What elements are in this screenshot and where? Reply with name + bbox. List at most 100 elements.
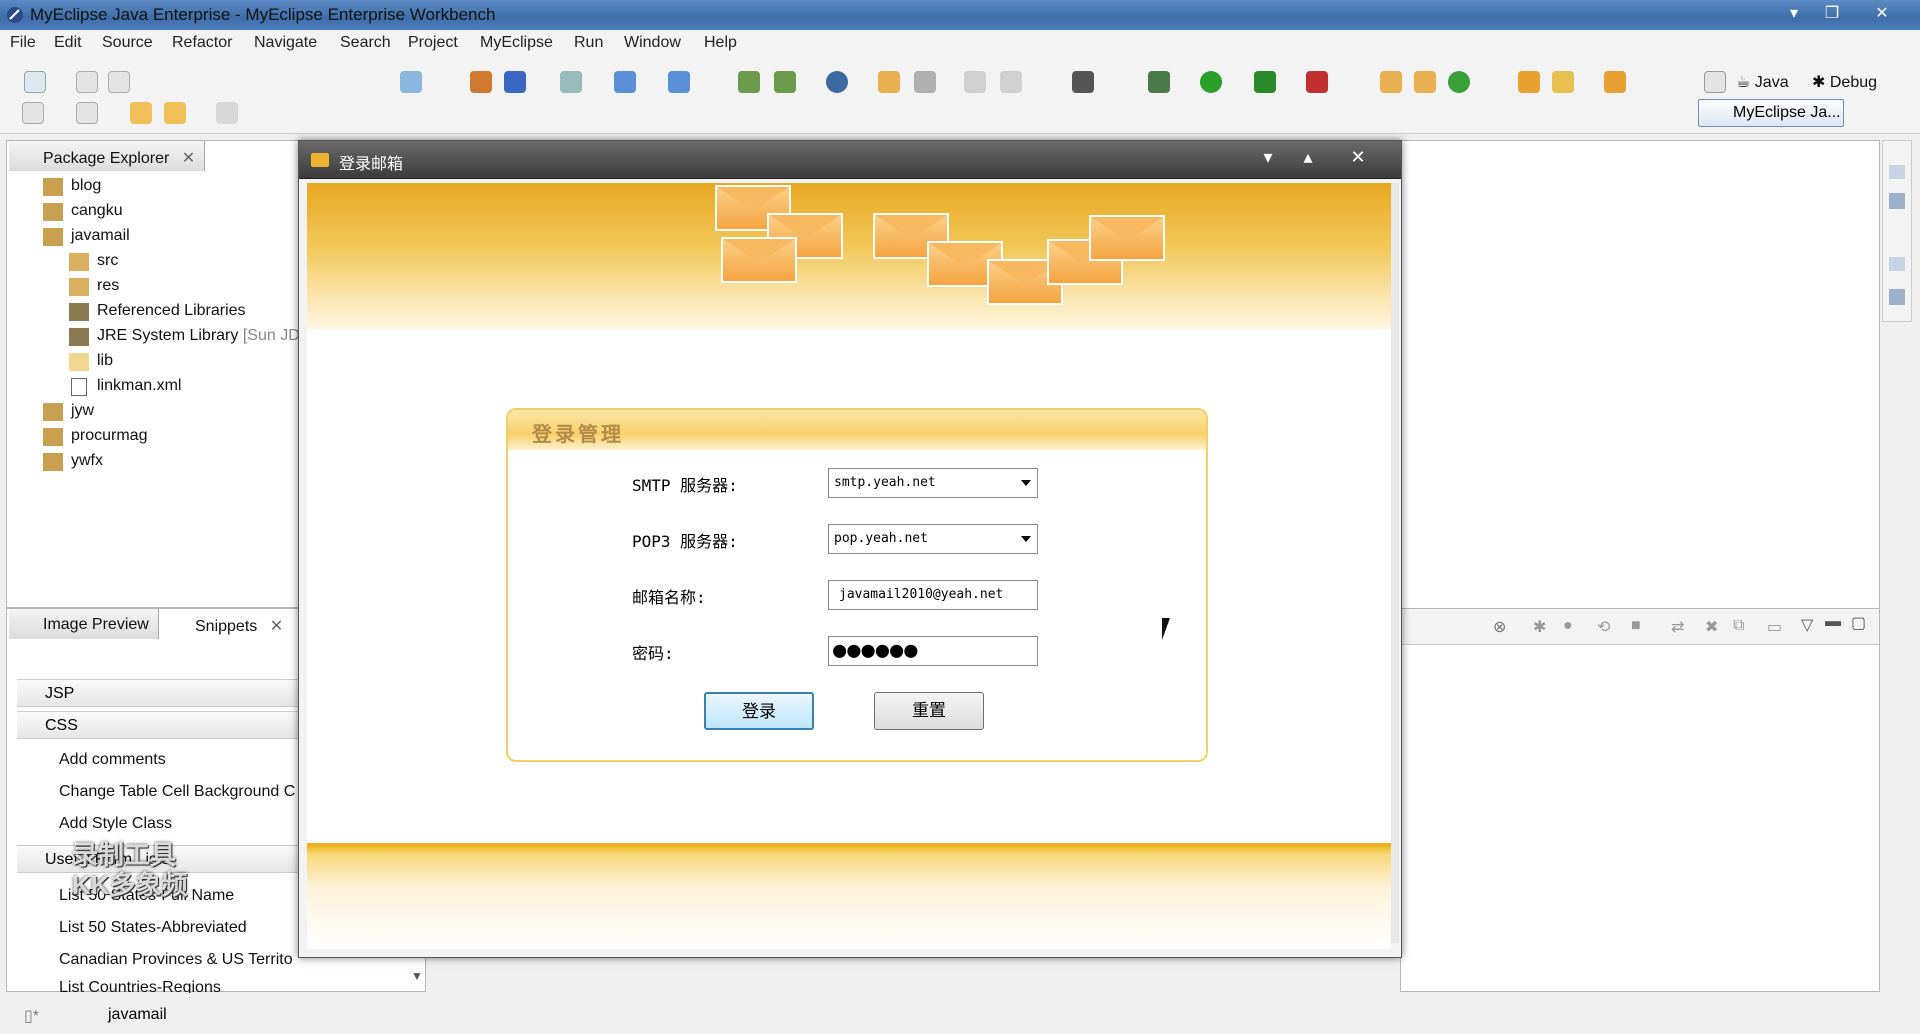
relaunch-icon[interactable]: ⟲ [1597, 617, 1610, 637]
wizard-icon[interactable] [614, 71, 636, 93]
previous-edit-icon[interactable] [164, 102, 186, 124]
close-window-button[interactable]: ✕ [1862, 2, 1902, 26]
save-icon[interactable] [76, 71, 98, 93]
run-config-icon[interactable] [1254, 71, 1276, 93]
snippet-category-jsp[interactable]: JSP [17, 679, 307, 707]
smtp-server-select[interactable]: smtp.yeah.net [828, 468, 1038, 498]
close-icon[interactable]: ✕ [270, 618, 283, 635]
project-jyw[interactable]: jyw [71, 402, 94, 420]
pop3-server-select[interactable]: pop.yeah.net [828, 524, 1038, 554]
open-folder-icon[interactable] [878, 71, 900, 93]
menu-source[interactable]: Source [102, 34, 153, 52]
report-icon[interactable] [668, 71, 690, 93]
tab-image-preview[interactable]: Image Preview [9, 609, 159, 639]
web-service-icon[interactable] [560, 71, 582, 93]
perspective-debug[interactable]: ✱ Debug [1812, 72, 1877, 92]
dialog-close-button[interactable]: ✕ [1345, 147, 1371, 168]
close-icon[interactable]: ✕ [182, 150, 195, 167]
perspective-myeclipse[interactable]: MyEclipse Ja... [1698, 99, 1844, 127]
back-arrow-icon[interactable] [130, 102, 152, 124]
debug-icon[interactable]: ✱ [1533, 617, 1546, 637]
project-blog[interactable]: blog [71, 177, 101, 195]
reset-button[interactable]: 重置 [874, 692, 984, 730]
snippet-canadian-provinces[interactable]: Canadian Provinces & US Territo [59, 951, 293, 969]
menu-search[interactable]: Search [340, 34, 391, 52]
stop-icon[interactable]: ■ [1631, 617, 1641, 635]
open-type-icon[interactable] [470, 71, 492, 93]
perspective-java[interactable]: ☕ Java [1736, 72, 1789, 92]
menu-navigate[interactable]: Navigate [254, 34, 317, 52]
print-icon[interactable] [108, 71, 130, 93]
deploy-icon[interactable] [400, 71, 422, 93]
folder-res[interactable]: res [97, 277, 119, 295]
screenshot-icon[interactable] [1072, 71, 1094, 93]
debug-icon[interactable] [1148, 71, 1170, 93]
dialog-scrollbar[interactable] [1391, 183, 1399, 943]
dialog-minimize-button[interactable]: ▾ [1255, 147, 1281, 168]
open-folder-icon[interactable]: ▭ [1767, 617, 1782, 637]
properties-icon[interactable] [964, 71, 986, 93]
external-tools-icon[interactable] [1306, 71, 1328, 93]
table-icon[interactable] [774, 71, 796, 93]
remove-icon[interactable]: ✖ [1705, 617, 1718, 637]
menu-refactor[interactable]: Refactor [172, 34, 232, 52]
annotation-icon[interactable] [76, 102, 98, 124]
menu-window[interactable]: Window [624, 34, 681, 52]
email-name-field[interactable]: javamail2010@yeah.net [828, 580, 1038, 610]
new-interface-icon[interactable] [1448, 71, 1470, 93]
browser-icon[interactable] [1000, 71, 1022, 93]
referenced-libraries[interactable]: Referenced Libraries [97, 302, 246, 320]
maximize-icon[interactable]: ▢ [1851, 613, 1866, 633]
pen-icon[interactable] [1552, 71, 1574, 93]
dialog-maximize-button[interactable]: ▴ [1295, 147, 1321, 168]
server-icon[interactable] [504, 71, 526, 93]
new-item-icon[interactable]: ▯* [24, 1006, 39, 1026]
jre-system-library[interactable]: JRE System Library [Sun JD [97, 327, 300, 345]
new-package-icon[interactable] [1380, 71, 1402, 93]
resume-icon[interactable]: ● [1563, 617, 1573, 635]
search-folder-icon[interactable] [1604, 71, 1626, 93]
forward-arrow-icon[interactable] [216, 102, 238, 124]
database-icon[interactable] [738, 71, 760, 93]
refresh-icon[interactable] [914, 71, 936, 93]
folder-lib[interactable]: lib [97, 352, 113, 370]
project-ywfx[interactable]: ywfx [71, 452, 103, 470]
disconnect-icon[interactable]: ⇄ [1671, 617, 1684, 637]
snippet-list-states-abbr[interactable]: List 50 States-Abbreviated [59, 919, 247, 937]
tab-snippets[interactable]: Snippets ✕ [161, 609, 301, 639]
tab-package-explorer[interactable]: Package Explorer ✕ [9, 141, 205, 171]
password-field[interactable]: ●●●●●● [828, 636, 1038, 666]
snippet-change-table-cell[interactable]: Change Table Cell Background C [59, 783, 295, 801]
menu-project[interactable]: Project [408, 34, 458, 52]
scroll-down-icon[interactable]: ▼ [411, 969, 423, 983]
login-button[interactable]: 登录 [704, 692, 814, 730]
menu-myeclipse[interactable]: MyEclipse [480, 34, 553, 52]
restore-icon[interactable] [1889, 257, 1905, 271]
restore-button[interactable]: ❐ [1812, 2, 1852, 26]
snippet-add-style-class[interactable]: Add Style Class [59, 815, 172, 833]
run-icon[interactable] [1200, 71, 1222, 93]
menu-file[interactable]: File [10, 34, 36, 52]
new-class-icon[interactable] [1414, 71, 1436, 93]
new-icon[interactable] [24, 71, 46, 93]
snippet-list-countries[interactable]: List Countries-Regions [59, 979, 221, 993]
minimize-button[interactable]: ▾ [1774, 2, 1814, 26]
globe-icon[interactable] [826, 71, 848, 93]
snippet-add-comments[interactable]: Add comments [59, 751, 166, 769]
snippet-category-css[interactable]: CSS [17, 711, 307, 739]
file-linkman-xml[interactable]: linkman.xml [97, 377, 181, 395]
open-perspective-icon[interactable] [1704, 71, 1726, 93]
project-cangku[interactable]: cangku [71, 202, 123, 220]
project-javamail[interactable]: javamail [71, 227, 130, 245]
menu-run[interactable]: Run [574, 34, 603, 52]
menu-help[interactable]: Help [704, 34, 737, 52]
history-back-icon[interactable] [22, 102, 44, 124]
tasks-icon[interactable] [1889, 289, 1905, 305]
folder-src[interactable]: src [97, 252, 118, 270]
minimize-icon[interactable]: ▬ [1825, 613, 1841, 631]
outline-icon[interactable] [1889, 193, 1905, 209]
menu-edit[interactable]: Edit [54, 34, 82, 52]
restore-icon[interactable] [1889, 165, 1905, 179]
copy-icon[interactable]: ⧉ [1733, 617, 1744, 635]
terminate-icon[interactable]: ⊗ [1493, 617, 1506, 637]
